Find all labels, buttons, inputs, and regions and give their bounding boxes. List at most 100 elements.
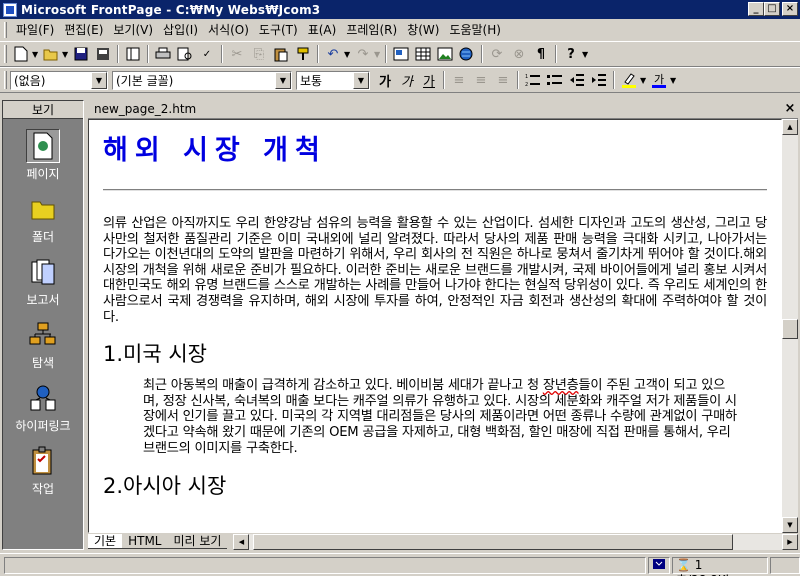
toolbar-separator [317,45,319,63]
scroll-down-icon[interactable]: ▼ [782,517,798,533]
document-window: new_page_2.htm × 해외 시장 개척 의류 산업은 아직까지도 우… [88,100,798,550]
tab-preview[interactable]: 미리 보기 [167,534,228,549]
tab-normal[interactable]: 기본 [88,534,123,549]
decrease-indent-icon[interactable] [566,69,588,91]
scroll-right-icon[interactable]: ▶ [782,533,798,550]
intro-paragraph: 의류 산업은 아직까지도 우리 한양강남 섬유의 능력을 활용할 수 있는 산업… [103,216,767,325]
tab-html[interactable]: HTML [122,534,168,549]
menu-help[interactable]: 도움말(H) [444,21,506,39]
download-time: ⌛ 1초/28.8Kbp [672,556,768,576]
window-title: Microsoft FrontPage - C:₩My Webs₩Jcom3 [21,2,321,17]
us-market-text-part1: 최근 아동복의 매출이 급격하게 감소하고 있다. 베이비붐 세대가 끝나고 청 [143,378,543,394]
font-size-select[interactable]: 보통 ▼ [296,70,370,90]
underline-button[interactable]: 가 [418,69,440,91]
close-button[interactable]: × [782,2,798,16]
help-icon[interactable]: ? [560,43,582,65]
editor-content[interactable]: 해외 시장 개척 의류 산업은 아직까지도 우리 한양강남 섬유의 능력을 활용… [88,119,782,533]
horizontal-scrollbar[interactable]: ◀ ▶ [233,533,798,550]
save-icon[interactable] [70,43,92,65]
increase-indent-icon[interactable] [588,69,610,91]
insert-table-icon[interactable] [412,43,434,65]
toolbar-options-arrow[interactable]: ▼ [582,50,590,59]
view-page-label: 페이지 [26,167,60,181]
toolbar-grip[interactable] [4,71,7,89]
bullet-list-icon[interactable] [544,69,566,91]
new-page-icon[interactable] [10,43,32,65]
view-tasks[interactable]: 작업 [3,444,83,497]
paste-icon[interactable] [270,43,292,65]
show-all-icon[interactable]: ¶ [530,43,552,65]
view-navigation[interactable]: 탐색 [3,318,83,371]
menu-edit[interactable]: 편집(E) [59,21,108,39]
view-reports[interactable]: 보고서 [3,255,83,308]
spelling-error-word: 장년층 [542,378,579,394]
cut-icon[interactable]: ✂ [226,43,248,65]
style-select-value: (없음) [14,73,46,88]
italic-button[interactable]: 가 [396,69,418,91]
redo-icon[interactable]: ↷ [352,43,374,65]
hyperlink-icon[interactable] [456,43,478,65]
align-center-icon[interactable]: ≡ [470,69,492,91]
preview-icon[interactable] [174,43,196,65]
menu-frames[interactable]: 프레임(R) [341,21,402,39]
highlight-icon[interactable] [618,69,640,91]
scroll-left-icon[interactable]: ◀ [233,533,250,550]
highlight-dropdown-arrow[interactable]: ▼ [640,76,648,85]
menu-format[interactable]: 서식(O) [203,21,254,39]
refresh-icon[interactable]: ⟳ [486,43,508,65]
document-tab[interactable]: new_page_2.htm [88,102,782,116]
folder-list-icon[interactable] [122,43,144,65]
view-folders-label: 폴더 [31,230,55,244]
close-document-icon[interactable]: × [782,101,798,117]
numbered-list-icon[interactable]: 12 [522,69,544,91]
menu-table[interactable]: 표(A) [303,21,342,39]
vertical-scroll-thumb[interactable] [782,319,798,339]
vertical-scrollbar[interactable]: ▲ ▼ [782,119,798,533]
section-heading-asia-market: 2.아시아 시장 [103,474,227,499]
view-tabs-bar: 기본 HTML 미리 보기 ◀ ▶ [88,533,798,550]
format-painter-icon[interactable] [292,43,314,65]
chevron-down-icon[interactable]: ▼ [353,71,369,89]
horizontal-scroll-thumb[interactable] [253,533,734,550]
insert-component-icon[interactable] [390,43,412,65]
scroll-up-icon[interactable]: ▲ [782,119,798,135]
menu-view[interactable]: 보기(V) [108,21,158,39]
toolbar-separator [613,71,615,89]
align-right-icon[interactable]: ≡ [492,69,514,91]
spelling-icon[interactable]: ✓ [196,43,218,65]
font-select[interactable]: (기본 글꼴) ▼ [112,70,292,90]
font-color-dropdown-arrow[interactable]: ▼ [670,76,678,85]
align-left-icon[interactable]: ≡ [448,69,470,91]
minimize-button[interactable]: _ [748,2,764,16]
open-folder-icon[interactable] [40,43,62,65]
menu-file[interactable]: 파일(F) [11,21,59,39]
open-dropdown-arrow[interactable]: ▼ [62,50,70,59]
bold-button[interactable]: 가 [374,69,396,91]
new-dropdown-arrow[interactable]: ▼ [32,50,40,59]
publish-icon[interactable] [92,43,114,65]
frontpage-app-icon[interactable] [3,2,17,17]
menu-window[interactable]: 창(W) [402,21,444,39]
maximize-button[interactable]: □ [764,2,780,16]
toolbar-grip[interactable] [4,45,7,63]
font-color-icon[interactable]: 가 [648,69,670,91]
toolbar-separator [221,45,223,63]
chevron-down-icon[interactable]: ▼ [275,71,291,89]
undo-dropdown-arrow[interactable]: ▼ [344,50,352,59]
stop-icon[interactable]: ⊗ [508,43,530,65]
copy-icon[interactable]: ⎘ [248,43,270,65]
menu-grip[interactable] [4,21,7,38]
insert-picture-icon[interactable] [434,43,456,65]
redo-dropdown-arrow[interactable]: ▼ [374,50,382,59]
style-select[interactable]: (없음) ▼ [10,70,108,90]
undo-icon[interactable]: ↶ [322,43,344,65]
menu-insert[interactable]: 삽입(I) [158,21,203,39]
menu-tools[interactable]: 도구(T) [254,21,303,39]
view-page[interactable]: 페이지 [3,129,83,182]
view-hyperlinks[interactable]: 하이퍼링크 [3,381,83,434]
views-bar: 보기 페이지 폴더 보고서 탐색 하이퍼링크 작업 [2,100,84,550]
standard-toolbar: ▼ ▼ ✓ ✂ ⎘ ↶ ▼ ↷ ▼ ⟳ ⊗ ¶ ? ▼ [0,41,800,67]
view-folders[interactable]: 폴더 [3,192,83,245]
print-icon[interactable] [152,43,174,65]
chevron-down-icon[interactable]: ▼ [91,71,107,89]
